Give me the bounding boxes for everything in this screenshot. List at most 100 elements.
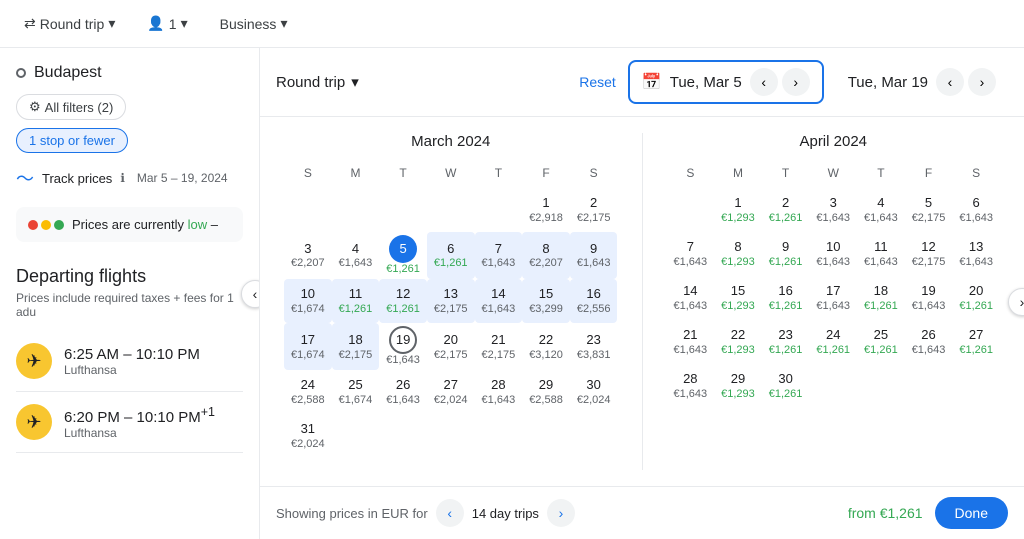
- end-date-next[interactable]: ›: [968, 68, 996, 96]
- day-number: 13: [969, 239, 983, 256]
- day-cell[interactable]: 27€2,024: [427, 370, 475, 414]
- day-cell[interactable]: 16€1,261: [762, 276, 810, 320]
- day-cell[interactable]: 13€1,643: [952, 232, 1000, 276]
- march-day-header-t2: T: [475, 162, 523, 184]
- day-cell[interactable]: 23€1,261: [762, 320, 810, 364]
- day-cell[interactable]: 9€1,261: [762, 232, 810, 276]
- day-price: €1,643: [959, 256, 993, 269]
- day-cell[interactable]: 4€1,643: [857, 188, 905, 232]
- trip-type-dropdown[interactable]: Round trip ▾: [276, 73, 359, 91]
- track-prices-row[interactable]: 〜 Track prices ℹ Mar 5 – 19, 2024: [0, 157, 259, 199]
- day-cell[interactable]: 26€1,643: [379, 370, 427, 414]
- day-cell[interactable]: 19€1,643: [379, 323, 427, 370]
- day-cell[interactable]: 24€2,588: [284, 370, 332, 414]
- day-cell[interactable]: 23€3,831: [570, 323, 618, 370]
- calendar-next-button[interactable]: ›: [1008, 288, 1024, 316]
- day-cell[interactable]: 15€1,293: [714, 276, 762, 320]
- day-cell[interactable]: 29€2,588: [522, 370, 570, 414]
- day-number: 17: [301, 332, 315, 349]
- day-cell[interactable]: 30€2,024: [570, 370, 618, 414]
- day-cell[interactable]: 16€2,556: [570, 279, 618, 323]
- day-number: 14: [683, 283, 697, 300]
- day-cell[interactable]: 18€1,261: [857, 276, 905, 320]
- day-cell[interactable]: 28€1,643: [475, 370, 523, 414]
- day-cell[interactable]: 17€1,674: [284, 323, 332, 370]
- day-cell[interactable]: 10€1,643: [809, 232, 857, 276]
- day-cell[interactable]: 29€1,293: [714, 364, 762, 408]
- day-cell[interactable]: 15€3,299: [522, 279, 570, 323]
- day-cell[interactable]: 18€2,175: [332, 323, 380, 370]
- day-number: 30: [586, 377, 600, 394]
- day-cell[interactable]: 25€1,674: [332, 370, 380, 414]
- stops-filter-button[interactable]: 1 stop or fewer: [16, 128, 128, 153]
- day-cell[interactable]: 2€2,175: [570, 188, 618, 232]
- day-cell[interactable]: 14€1,643: [475, 279, 523, 323]
- start-date-next[interactable]: ›: [782, 68, 810, 96]
- trip-length-next[interactable]: ›: [547, 499, 575, 527]
- day-cell[interactable]: 17€1,643: [809, 276, 857, 320]
- start-date-picker[interactable]: 📅 Tue, Mar 5 ‹ ›: [628, 60, 824, 104]
- day-cell[interactable]: 27€1,261: [952, 320, 1000, 364]
- day-number: 26: [921, 327, 935, 344]
- day-cell[interactable]: 7€1,643: [667, 232, 715, 276]
- day-cell[interactable]: 2€1,261: [762, 188, 810, 232]
- day-cell[interactable]: 12€1,261: [379, 279, 427, 323]
- day-cell[interactable]: 20€2,175: [427, 323, 475, 370]
- day-cell: [284, 188, 332, 232]
- end-date-prev[interactable]: ‹: [936, 68, 964, 96]
- day-cell[interactable]: 6€1,643: [952, 188, 1000, 232]
- day-cell[interactable]: 19€1,643: [905, 276, 953, 320]
- footer-from-price: from €1,261: [848, 505, 923, 521]
- day-cell[interactable]: 21€1,643: [667, 320, 715, 364]
- day-cell[interactable]: 26€1,643: [905, 320, 953, 364]
- day-cell[interactable]: 3€2,207: [284, 232, 332, 279]
- day-cell[interactable]: 12€2,175: [905, 232, 953, 276]
- march-calendar: March 2024 S M T W T F S 1€2,9182€2,1753…: [260, 117, 642, 486]
- start-date-prev[interactable]: ‹: [750, 68, 778, 96]
- day-cell[interactable]: 3€1,643: [809, 188, 857, 232]
- day-cell[interactable]: 1€2,918: [522, 188, 570, 232]
- day-cell[interactable]: 20€1,261: [952, 276, 1000, 320]
- march-day-header-t1: T: [379, 162, 427, 184]
- day-cell[interactable]: 10€1,674: [284, 279, 332, 323]
- day-price: €1,261: [959, 344, 993, 357]
- cabin-class-selector[interactable]: Business ▾: [212, 11, 296, 36]
- flight-card-2[interactable]: ✈ 6:20 PM – 10:10 PM+1 Lufthansa: [16, 392, 243, 453]
- all-filters-label: All filters (2): [45, 100, 114, 115]
- day-cell[interactable]: 22€1,293: [714, 320, 762, 364]
- day-cell[interactable]: 11€1,643: [857, 232, 905, 276]
- day-cell[interactable]: 11€1,261: [332, 279, 380, 323]
- sidebar-search: Budapest: [0, 56, 259, 90]
- day-cell[interactable]: 7€1,643: [475, 232, 523, 279]
- day-cell[interactable]: 21€2,175: [475, 323, 523, 370]
- day-cell[interactable]: 5€1,261: [379, 232, 427, 279]
- day-cell[interactable]: 9€1,643: [570, 232, 618, 279]
- day-cell[interactable]: 4€1,643: [332, 232, 380, 279]
- trip-length-prev[interactable]: ‹: [436, 499, 464, 527]
- day-cell[interactable]: 28€1,643: [667, 364, 715, 408]
- day-cell[interactable]: 6€1,261: [427, 232, 475, 279]
- day-cell[interactable]: 5€2,175: [905, 188, 953, 232]
- day-price: €1,261: [959, 300, 993, 313]
- day-cell[interactable]: 31€2,024: [284, 414, 332, 458]
- reset-button[interactable]: Reset: [579, 74, 616, 90]
- trip-type-selector[interactable]: ⇄ Round trip ▾: [16, 11, 123, 36]
- day-cell[interactable]: 1€1,293: [714, 188, 762, 232]
- day-cell[interactable]: 25€1,261: [857, 320, 905, 364]
- passengers-selector[interactable]: 👤 1 ▾: [139, 11, 195, 36]
- day-cell[interactable]: 13€2,175: [427, 279, 475, 323]
- day-price: €2,175: [577, 212, 611, 225]
- done-button[interactable]: Done: [935, 497, 1008, 529]
- day-number: 23: [778, 327, 792, 344]
- all-filters-button[interactable]: ⚙ All filters (2): [16, 94, 126, 120]
- day-cell[interactable]: 30€1,261: [762, 364, 810, 408]
- flight-card-1[interactable]: ✈ 6:25 AM – 10:10 PM Lufthansa: [16, 331, 243, 392]
- day-cell[interactable]: 8€2,207: [522, 232, 570, 279]
- day-cell[interactable]: 14€1,643: [667, 276, 715, 320]
- search-dot-icon: [16, 68, 26, 78]
- end-date-picker[interactable]: Tue, Mar 19 ‹ ›: [836, 62, 1008, 102]
- day-cell[interactable]: 22€3,120: [522, 323, 570, 370]
- day-cell[interactable]: 8€1,293: [714, 232, 762, 276]
- day-cell[interactable]: 24€1,261: [809, 320, 857, 364]
- day-number: 20: [444, 332, 458, 349]
